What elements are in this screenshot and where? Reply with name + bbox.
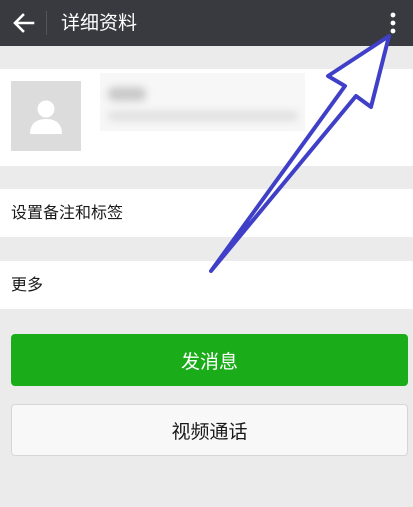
back-button[interactable] <box>4 3 44 43</box>
arrow-left-icon <box>13 13 35 33</box>
page-title: 详细资料 <box>61 12 138 34</box>
more-vertical-icon <box>390 12 396 34</box>
blurred-account-info <box>108 111 298 121</box>
avatar[interactable] <box>11 81 81 151</box>
user-silhouette-icon <box>30 100 62 134</box>
top-bar: 详细资料 <box>0 0 413 46</box>
video-call-button[interactable]: 视频通话 <box>11 404 408 456</box>
blurred-nickname <box>108 87 146 101</box>
profile-card <box>0 69 413 166</box>
remark-tags-label: 设置备注和标签 <box>11 203 124 222</box>
divider <box>46 11 47 35</box>
send-message-button[interactable]: 发消息 <box>11 334 408 386</box>
more-label: 更多 <box>11 275 44 294</box>
more-row[interactable]: 更多 <box>0 261 413 309</box>
remark-tags-row[interactable]: 设置备注和标签 <box>0 189 413 237</box>
more-options-button[interactable] <box>379 3 407 43</box>
blurred-name-area <box>100 73 305 131</box>
